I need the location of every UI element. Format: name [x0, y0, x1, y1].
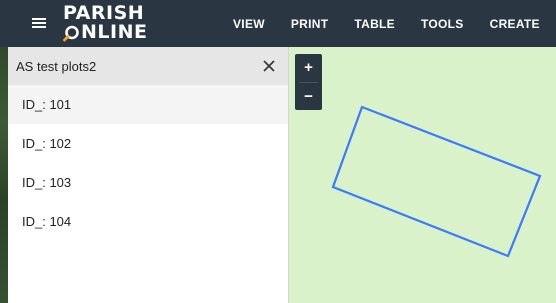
- menu-table[interactable]: TABLE: [341, 17, 408, 31]
- panel-title: AS test plots2: [16, 59, 97, 74]
- layer-panel: AS test plots2 ID_: 101 ID_: 102 ID_: 10…: [8, 47, 289, 303]
- close-icon[interactable]: [262, 59, 276, 73]
- feature-row-102[interactable]: ID_: 102: [8, 124, 288, 163]
- zoom-out-button[interactable]: −: [295, 83, 322, 110]
- main-menu: VIEW PRINT TABLE TOOLS CREATE H: [220, 0, 556, 47]
- menu-tools[interactable]: TOOLS: [408, 17, 477, 31]
- magnifier-o-icon: [63, 24, 80, 42]
- parish-online-logo[interactable]: PARISH NLINE: [63, 3, 158, 45]
- logo-text-nline: NLINE: [81, 21, 148, 43]
- zoom-control: + −: [295, 54, 322, 110]
- map-view[interactable]: + −: [290, 47, 556, 303]
- feature-row-103[interactable]: ID_: 103: [8, 163, 288, 202]
- menu-view[interactable]: VIEW: [220, 17, 278, 31]
- menu-create[interactable]: CREATE: [477, 17, 553, 31]
- feature-row-101[interactable]: ID_: 101: [8, 85, 288, 124]
- map-canvas: [331, 105, 542, 258]
- panel-header: AS test plots2: [8, 47, 288, 85]
- feature-list: ID_: 101 ID_: 102 ID_: 103 ID_: 104: [8, 85, 288, 241]
- menu-print[interactable]: PRINT: [278, 17, 342, 31]
- feature-row-104[interactable]: ID_: 104: [8, 202, 288, 241]
- plot-polygon: [331, 105, 542, 258]
- zoom-in-button[interactable]: +: [295, 54, 322, 81]
- background-strip: [0, 47, 8, 303]
- hamburger-icon[interactable]: [30, 15, 50, 31]
- top-navbar: PARISH NLINE VIEW PRINT TABLE TOOLS CREA…: [0, 0, 556, 47]
